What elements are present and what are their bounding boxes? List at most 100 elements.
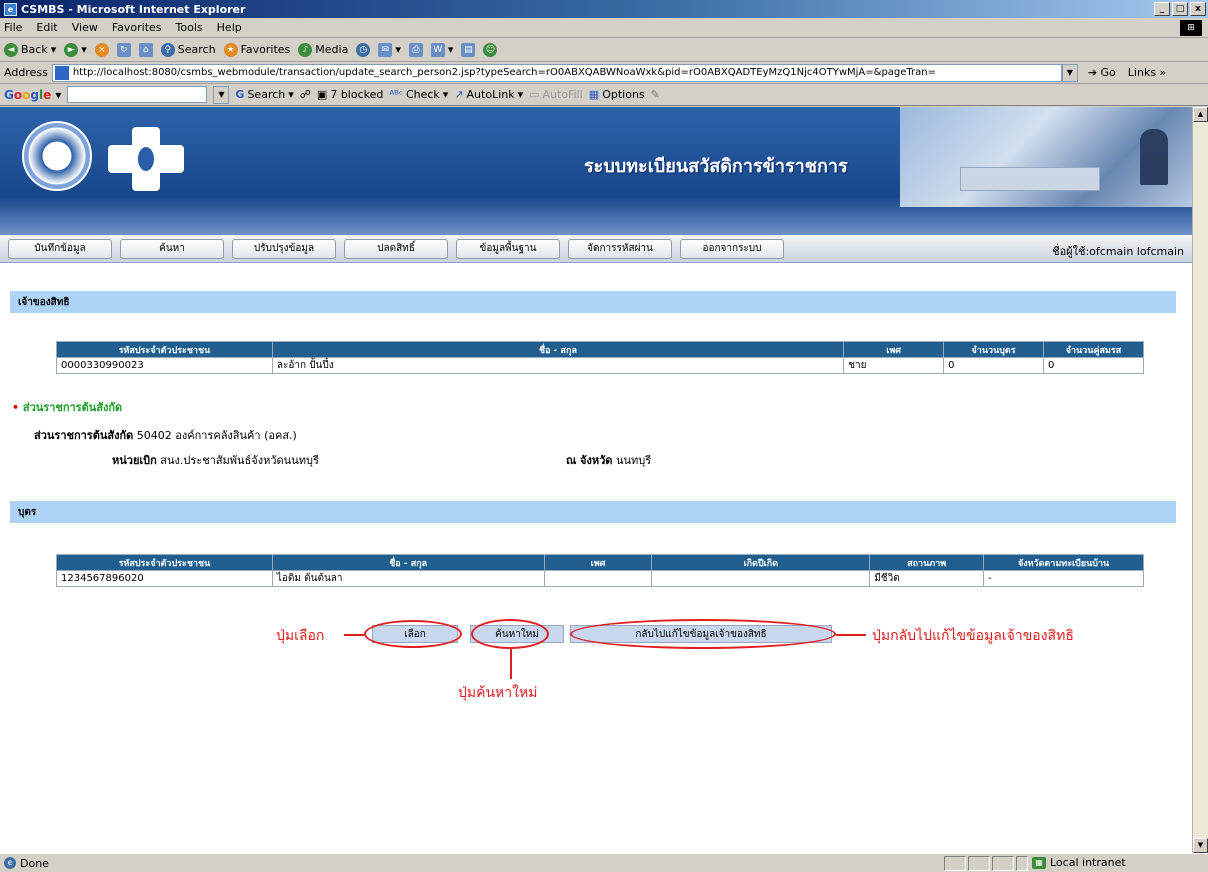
google-dropdown-icon[interactable]: ▼	[213, 85, 230, 104]
status-panel-1	[944, 856, 966, 871]
home-icon: ⌂	[138, 42, 153, 57]
menu-favorites[interactable]: Favorites	[112, 21, 162, 34]
col-name: ชื่อ - สกุล	[271, 554, 545, 571]
page-done-icon: e	[4, 857, 16, 869]
child-birth-year	[651, 570, 871, 587]
address-url: http://localhost:8080/csmbs_webmodule/tr…	[72, 67, 937, 78]
favorites-button[interactable]: ★ Favorites	[223, 42, 290, 57]
owner-table: รหัสประจำตัวประชาชน ชื่อ - สกุล เพศ จำนว…	[56, 341, 1144, 374]
options-icon: ▦	[588, 88, 600, 101]
nav-revoke[interactable]: ปลดสิทธิ์	[344, 238, 448, 259]
popup-blocker-icon: ▣	[316, 88, 328, 101]
children-table-header: รหัสประจำตัวประชาชน ชื่อ - สกุล เพศ เกิด…	[56, 554, 1144, 571]
ie-icon: e	[4, 2, 17, 16]
menu-file[interactable]: File	[4, 21, 22, 34]
popup-blocker-button[interactable]: ▣ 7 blocked	[317, 88, 383, 101]
page-content: ระบบทะเบียนสวัสดิการข้าราชการ บันทึกข้อม…	[0, 107, 1192, 853]
col-children-count: จำนวนบุตร	[943, 341, 1045, 358]
media-icon: ♪	[298, 42, 313, 57]
stop-icon: ×	[94, 42, 109, 57]
maximize-button[interactable]: □	[1172, 2, 1188, 16]
autofill-button[interactable]: ▭ AutoFill	[529, 88, 583, 101]
back-label: Back	[21, 43, 48, 56]
discuss-button[interactable]: ▤	[461, 42, 476, 57]
forward-arrow-icon: ►	[64, 42, 79, 57]
table-row[interactable]: 0000330990023 ละอ้าก ปั้นปึ๋ง ชาย 0 0	[56, 357, 1144, 374]
back-annotation: ปุ่มกลับไปแก้ไขข้อมูลเจ้าของสิทธิ	[872, 628, 1074, 644]
print-icon: ⎙	[408, 42, 423, 57]
edit-button[interactable]: W ▾	[430, 42, 453, 57]
media-button[interactable]: ♪ Media	[298, 42, 348, 57]
menu-view[interactable]: View	[72, 21, 98, 34]
nav-logout[interactable]: ออกจากระบบ	[680, 238, 784, 259]
child-citizen-id: 1234567896020	[56, 570, 273, 587]
print-button[interactable]: ⎙	[408, 42, 423, 57]
col-registered-province: จังหวัดตามทะเบียนบ้าน	[983, 554, 1144, 571]
table-row[interactable]: 1234567896020 ไอติม ต้นต้นลา มีชีวิต -	[56, 570, 1144, 587]
status-done: e Done	[4, 857, 49, 870]
google-logo[interactable]: Google ▾	[4, 88, 61, 102]
user-info: ชื่อผู้ใช้:ofcmain lofcmain	[1052, 245, 1184, 258]
search-label: Search	[177, 43, 216, 56]
nav-search[interactable]: ค้นหา	[120, 238, 224, 259]
google-toolbar: Google ▾ ▼ G Search ▾ ☍ ▣ 7 blocked ᴬᴮᶜ Che…	[0, 84, 1208, 106]
government-seal-icon	[22, 121, 92, 191]
check-label: Check	[405, 88, 440, 101]
col-status: สถานภาพ	[869, 554, 985, 571]
stop-button[interactable]: ×	[94, 42, 109, 57]
google-search-input[interactable]	[67, 86, 208, 103]
owner-gender: ชาย	[843, 357, 945, 374]
go-button[interactable]: ➔ Go	[1088, 66, 1116, 79]
search-button[interactable]: ⚲ Search	[160, 42, 216, 57]
scroll-up-icon[interactable]: ▲	[1193, 107, 1208, 122]
owner-name: ละอ้าก ปั้นปึ๋ง	[271, 357, 845, 374]
menu-tools[interactable]: Tools	[176, 21, 203, 34]
minimize-button[interactable]: _	[1154, 2, 1170, 16]
col-gender: เพศ	[543, 554, 653, 571]
forward-button[interactable]: ► ▾	[64, 42, 87, 57]
back-highlight-ellipse	[570, 619, 836, 649]
owner-table-header: รหัสประจำตัวประชาชน ชื่อ - สกุล เพศ จำนว…	[56, 341, 1144, 358]
child-registered-province: -	[983, 570, 1144, 587]
google-search-button[interactable]: G Search ▾	[235, 88, 293, 101]
nav-basic-data[interactable]: ข้อมูลพื้นฐาน	[456, 238, 560, 259]
site-banner: ระบบทะเบียนสวัสดิการข้าราชการ	[0, 107, 1192, 235]
autolink-button[interactable]: ↗ AutoLink ▾	[454, 88, 523, 101]
province-line: ณ จังหวัด นนทบุรี	[566, 451, 651, 469]
menu-edit[interactable]: Edit	[36, 21, 57, 34]
home-button[interactable]: ⌂	[138, 42, 153, 57]
window-titlebar: e CSMBS - Microsoft Internet Explorer _ …	[0, 0, 1208, 18]
pagerank-icon: ☍	[299, 88, 311, 101]
col-name: ชื่อ - สกุล	[271, 341, 845, 358]
col-citizen-id: รหัสประจำตัวประชาชน	[56, 554, 273, 571]
nav-record[interactable]: บันทึกข้อมูล	[8, 238, 112, 259]
menu-help[interactable]: Help	[217, 21, 242, 34]
spellcheck-button[interactable]: ᴬᴮᶜ Check ▾	[389, 88, 448, 101]
links-button[interactable]: Links »	[1128, 66, 1167, 79]
history-button[interactable]: ◷	[356, 42, 371, 57]
mail-button[interactable]: ✉ ▾	[378, 42, 401, 57]
pagerank-button[interactable]: ☍	[300, 88, 311, 101]
google-search-label: Search	[247, 88, 286, 101]
children-table: รหัสประจำตัวประชาชน ชื่อ - สกุล เพศ เกิด…	[56, 554, 1144, 587]
child-name: ไอติม ต้นต้นลา	[271, 570, 545, 587]
scroll-down-icon[interactable]: ▼	[1193, 838, 1208, 853]
options-button[interactable]: ▦ Options	[589, 88, 645, 101]
owner-spouse-count: 0	[1043, 357, 1144, 374]
affiliation-heading-text: ส่วนราชการต้นสังกัด	[22, 401, 123, 414]
nav-update[interactable]: ปรับปรุงข้อมูล	[232, 238, 336, 259]
refresh-button[interactable]: ↻	[116, 42, 131, 57]
highlight-button[interactable]: ✎	[651, 88, 660, 101]
mail-icon: ✉	[378, 42, 393, 57]
autolink-icon: ↗	[454, 88, 464, 101]
close-button[interactable]: x	[1190, 2, 1206, 16]
back-button[interactable]: ◄ Back ▾	[4, 42, 56, 57]
address-dropdown-icon[interactable]: ▼	[1061, 63, 1078, 82]
messenger-button[interactable]: ☺	[483, 42, 498, 57]
address-input[interactable]: http://localhost:8080/csmbs_webmodule/tr…	[51, 63, 1062, 82]
vertical-scrollbar[interactable]: ▲ ▼	[1192, 107, 1208, 853]
child-status: มีชีวิต	[869, 570, 985, 587]
messenger-icon: ☺	[483, 42, 498, 57]
spellcheck-icon: ᴬᴮᶜ	[389, 88, 403, 101]
nav-password[interactable]: จัดการรหัสผ่าน	[568, 238, 672, 259]
